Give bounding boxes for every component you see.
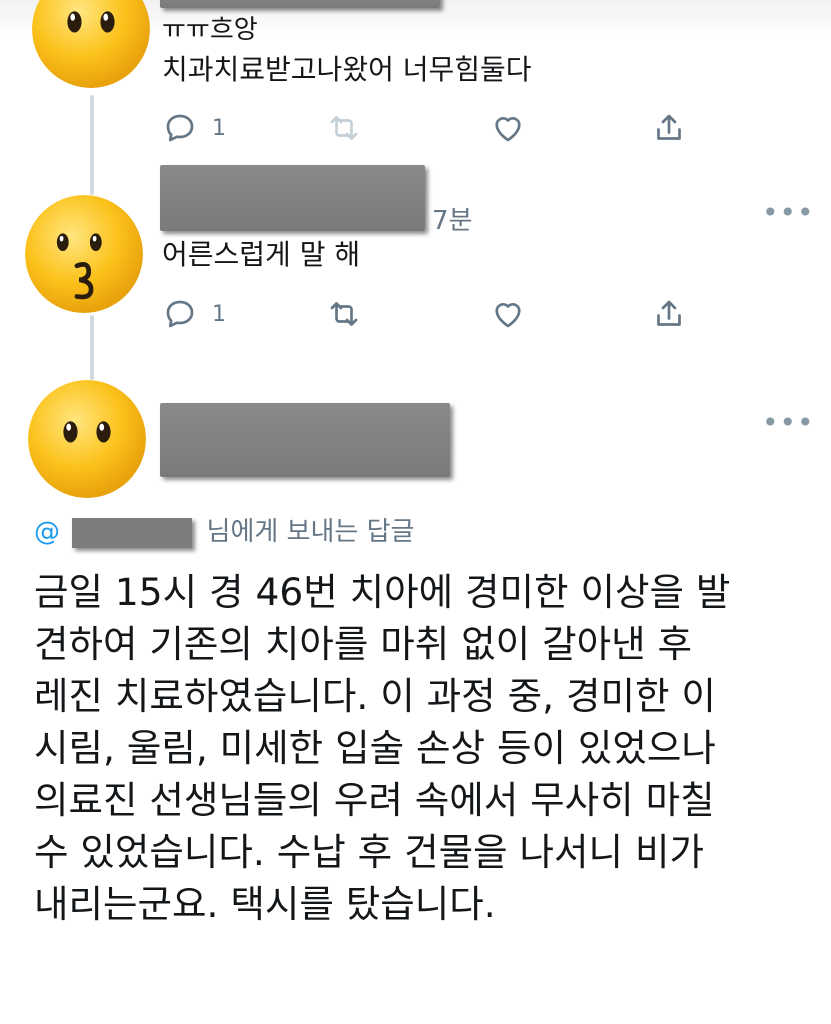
thread-line bbox=[90, 315, 94, 380]
share-button[interactable] bbox=[651, 294, 687, 334]
share-icon bbox=[657, 114, 681, 140]
tweet-body: 금일 15시 경 46번 치아에 경미한 이상을 발 견하여 기존의 치아를 마… bbox=[34, 566, 824, 930]
reply-count: 1 bbox=[212, 115, 226, 141]
retweet-button[interactable] bbox=[326, 108, 362, 148]
thread-line bbox=[90, 95, 94, 195]
tweet-body-line: 내리는군요. 택시를 탔습니다. bbox=[34, 882, 496, 926]
share-button[interactable] bbox=[651, 108, 687, 148]
more-options-button[interactable]: ••• bbox=[762, 409, 815, 437]
avatar[interactable] bbox=[25, 195, 143, 313]
reply-button[interactable]: 1 bbox=[162, 108, 226, 148]
mention-link[interactable]: @ bbox=[34, 517, 60, 547]
share-icon bbox=[657, 300, 681, 326]
retweet-icon bbox=[330, 116, 358, 140]
tweet-author-redacted bbox=[160, 165, 425, 231]
avatar[interactable] bbox=[32, 0, 150, 88]
tweet-body-line: 의료진 선생님들의 우려 속에서 무사히 마칠 bbox=[34, 778, 715, 822]
heart-icon bbox=[495, 303, 521, 328]
retweet-icon bbox=[330, 302, 358, 326]
tweet-body-line: 견하여 기존의 치아를 마취 없이 갈아낸 후 bbox=[34, 622, 693, 666]
tweet-body-line: 수 있었습니다. 수납 후 건물을 나서니 비가 bbox=[34, 830, 704, 874]
like-button[interactable] bbox=[490, 108, 526, 148]
emoji-face-kissing-icon bbox=[25, 195, 143, 313]
tweet-body-line: 시림, 울림, 미세한 입술 손상 등이 있었으나 bbox=[34, 726, 716, 770]
tweet-text-line: 치과치료받고나왔어 너무힘둘다 bbox=[162, 53, 532, 86]
reply-count: 1 bbox=[212, 301, 226, 327]
retweet-button[interactable] bbox=[326, 294, 362, 334]
tweet-text-line: ㅠㅠ흐앙 bbox=[162, 15, 258, 45]
reply-icon bbox=[166, 114, 194, 142]
reply-button[interactable]: 1 bbox=[162, 294, 226, 334]
tweet-timestamp: 7분 bbox=[432, 206, 473, 236]
replying-to: @ 님에게 보내는 답글 bbox=[34, 511, 414, 548]
reply-icon bbox=[166, 300, 194, 328]
more-options-button[interactable]: ••• bbox=[762, 199, 815, 227]
replying-to-suffix: 님에게 보내는 답글 bbox=[206, 517, 415, 547]
emoji-face-neutral-icon bbox=[28, 380, 146, 498]
avatar[interactable] bbox=[28, 380, 146, 498]
author-name-redacted bbox=[160, 403, 450, 477]
tweet-body-line: 레진 치료하였습니다. 이 과정 중, 경미한 이 bbox=[34, 674, 716, 718]
mention-redacted bbox=[72, 517, 193, 548]
tweet-body-line: 금일 15시 경 46번 치아에 경미한 이상을 발 bbox=[34, 570, 731, 614]
heart-icon bbox=[495, 117, 521, 142]
emoji-face-neutral-icon bbox=[32, 0, 150, 88]
like-button[interactable] bbox=[490, 294, 526, 334]
tweet-text-line: 어른스럽게 말 해 bbox=[162, 238, 361, 271]
tweet-author-redacted bbox=[160, 0, 440, 8]
